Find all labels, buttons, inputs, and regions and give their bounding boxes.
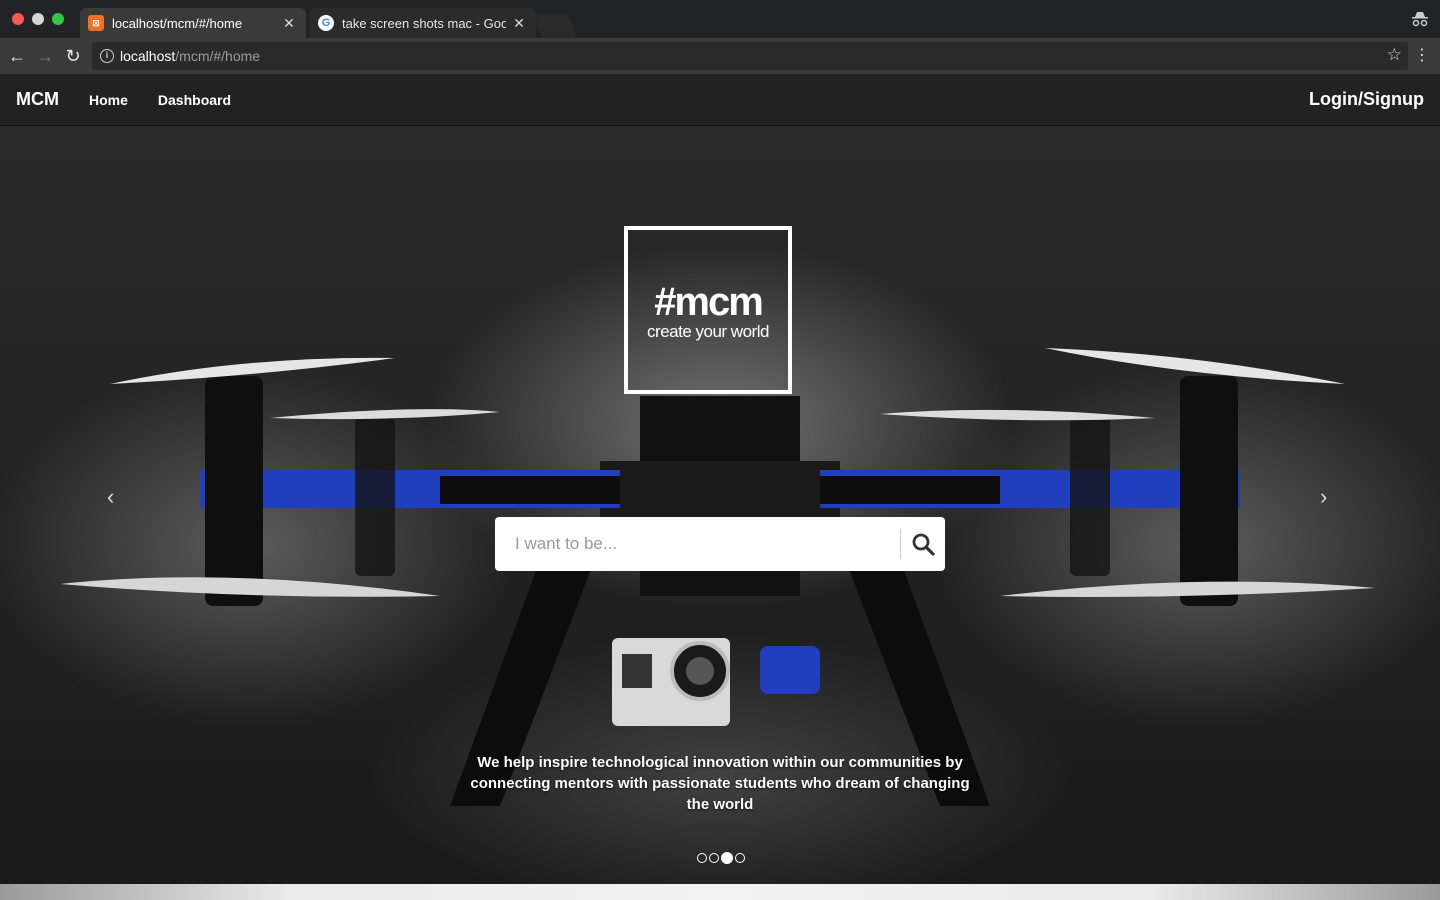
tab-title: take screen shots mac - Googl [342,15,506,31]
browser-tab[interactable]: G take screen shots mac - Googl ✕ [310,8,536,38]
forward-arrow-icon[interactable]: → [34,45,56,67]
xampp-icon: ⊠ [88,15,104,31]
search-button[interactable] [901,517,945,571]
nav-link-home[interactable]: Home [89,92,128,108]
browser-tab-active[interactable]: ⊠ localhost/mcm/#/home ✕ [80,8,306,38]
hero-carousel: #mcm create your world ‹ › We help inspi… [0,126,1440,884]
back-arrow-icon[interactable]: ← [6,45,28,67]
address-bar[interactable]: i localhost/mcm/#/home ☆ [92,42,1408,70]
close-icon[interactable]: ✕ [512,15,526,32]
logo-title: #mcm [654,280,764,324]
url-path: /mcm/#/home [175,48,261,64]
carousel-indicator[interactable] [697,853,707,863]
nav-link-dashboard[interactable]: Dashboard [158,92,231,108]
search-icon [912,533,935,556]
bookmark-star-icon[interactable]: ☆ [1387,45,1402,65]
hero-caption: We help inspire technological innovation… [470,754,970,813]
browser-toolbar: ← → ↻ i localhost/mcm/#/home ☆ ⋮ [0,38,1440,74]
browser-tab-strip: ⊠ localhost/mcm/#/home ✕ G take screen s… [0,0,1440,38]
mcm-logo: #mcm create your world [624,226,792,394]
page-bottom-edge [0,884,1440,900]
carousel-indicator[interactable] [709,853,719,863]
reload-icon[interactable]: ↻ [62,45,84,67]
maximize-window-button[interactable] [52,13,64,25]
minimize-window-button[interactable] [32,13,44,25]
close-window-button[interactable] [12,13,24,25]
carousel-next-chevron-icon[interactable]: › [1320,484,1327,510]
carousel-indicator-active[interactable] [721,852,733,864]
carousel-prev-chevron-icon[interactable]: ‹ [107,484,114,510]
new-tab-button[interactable] [533,14,577,38]
brand-logo[interactable]: MCM [16,89,59,110]
site-navbar: MCM Home Dashboard Login/Signup [0,74,1440,126]
carousel-indicators [697,852,745,864]
google-icon: G [318,15,334,31]
more-menu-icon[interactable]: ⋮ [1414,45,1430,67]
incognito-icon [1410,9,1430,29]
carousel-indicator[interactable] [735,853,745,863]
tab-title: localhost/mcm/#/home [112,15,243,31]
login-signup-link[interactable]: Login/Signup [1309,89,1424,110]
logo-tagline: create your world [647,322,769,341]
search-input[interactable] [495,517,900,571]
info-icon[interactable]: i [100,49,114,63]
url-host: localhost [120,48,176,64]
search-box [495,517,945,571]
close-icon[interactable]: ✕ [282,15,296,32]
